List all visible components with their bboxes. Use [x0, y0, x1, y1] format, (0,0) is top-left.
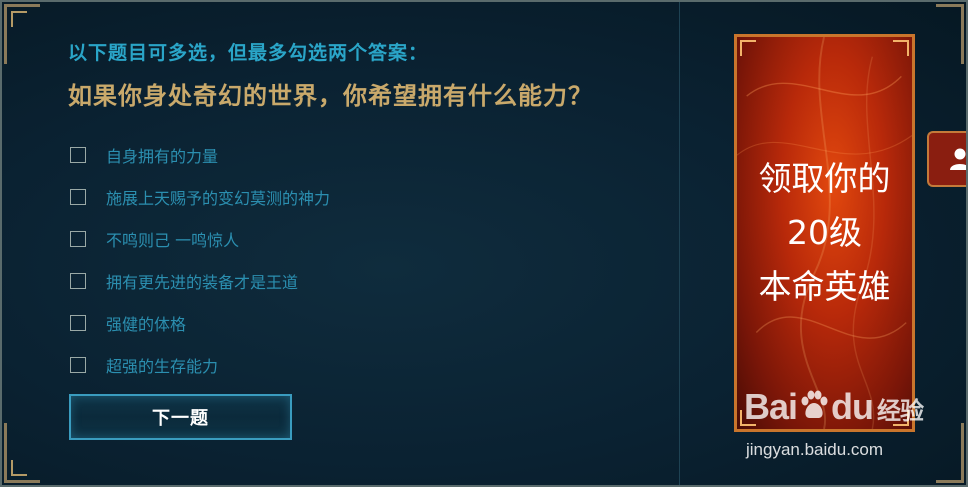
- answer-option[interactable]: 拥有更先进的装备才是王道: [70, 260, 330, 302]
- user-icon: [950, 148, 966, 170]
- answer-option[interactable]: 不鸣则己 一鸣惊人: [70, 218, 330, 260]
- option-checkbox[interactable]: [70, 231, 86, 247]
- frame-corner-ornament: [4, 4, 40, 64]
- answer-option[interactable]: 施展上天赐予的变幻莫测的神力: [70, 176, 330, 218]
- promo-banner[interactable]: 领取你的 20级 本命英雄: [734, 34, 915, 432]
- promo-line: 领取你的: [758, 159, 891, 198]
- panel-divider: [679, 2, 680, 485]
- option-label[interactable]: 强健的体格: [106, 311, 186, 335]
- jingyan-text: 经验: [877, 397, 924, 425]
- option-checkbox[interactable]: [70, 189, 86, 205]
- quiz-panel: 以下题目可多选，但最多勾选两个答案： 如果你身处奇幻的世界，你希望拥有什么能力？…: [0, 0, 968, 487]
- watermark-url: jingyan.baidu.com: [746, 440, 884, 459]
- side-user-tab[interactable]: [927, 131, 966, 187]
- option-label[interactable]: 施展上天赐予的变幻莫测的神力: [106, 185, 330, 209]
- option-checkbox[interactable]: [70, 147, 86, 163]
- frame-corner-ornament: [936, 4, 964, 64]
- option-label[interactable]: 自身拥有的力量: [106, 143, 218, 167]
- baidu-logo: Bai du 经验: [744, 386, 924, 428]
- answer-option[interactable]: 超强的生存能力: [70, 344, 330, 386]
- answer-options: 自身拥有的力量 施展上天赐予的变幻莫测的神力 不鸣则己 一鸣惊人 拥有更先进的装…: [70, 134, 330, 386]
- quiz-question: 如果你身处奇幻的世界，你希望拥有什么能力？: [68, 82, 593, 110]
- quiz-hint: 以下题目可多选，但最多勾选两个答案：: [68, 42, 429, 64]
- next-question-button[interactable]: 下一题: [69, 394, 292, 440]
- baidu-jingyan-watermark: Bai du 经验 jingyan.baidu.com: [744, 386, 944, 466]
- promo-corner-ornament: [893, 40, 909, 56]
- baidu-logo-text-2: du: [831, 386, 874, 427]
- promo-corner-ornament: [740, 40, 756, 56]
- frame-corner-ornament: [4, 423, 40, 483]
- promo-line: 本命英雄: [758, 267, 891, 306]
- promo-text: 领取你的 20级 本命英雄: [737, 152, 912, 314]
- option-checkbox[interactable]: [70, 357, 86, 373]
- paw-icon: [801, 390, 828, 418]
- answer-option[interactable]: 自身拥有的力量: [70, 134, 330, 176]
- option-checkbox[interactable]: [70, 315, 86, 331]
- option-checkbox[interactable]: [70, 273, 86, 289]
- baidu-logo-text: Bai: [744, 386, 798, 427]
- option-label[interactable]: 拥有更先进的装备才是王道: [106, 269, 298, 293]
- option-label[interactable]: 不鸣则己 一鸣惊人: [106, 227, 239, 251]
- promo-line: 20级: [787, 213, 862, 252]
- option-label[interactable]: 超强的生存能力: [106, 353, 218, 377]
- answer-option[interactable]: 强健的体格: [70, 302, 330, 344]
